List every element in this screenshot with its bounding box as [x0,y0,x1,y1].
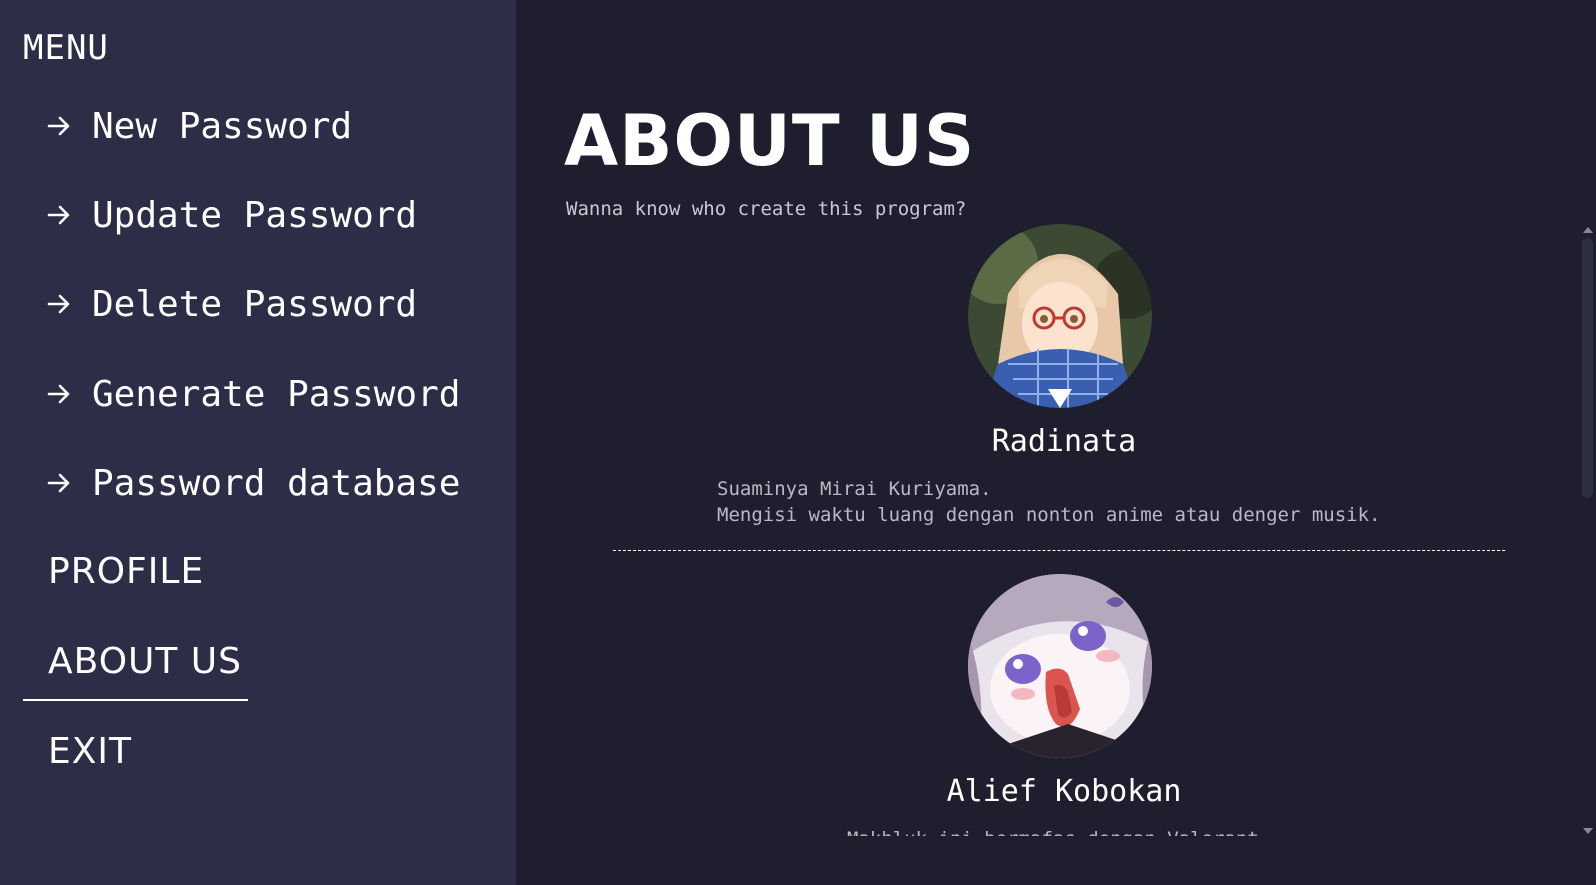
profile-description-line: Mengisi waktu luang dengan nonton anime … [717,504,1381,526]
sidebar: MENU New Password Update Password Delete… [0,0,516,885]
profile-description: Suaminya Mirai Kuriyama. Mengisi waktu l… [717,476,1380,528]
arrow-right-icon [46,381,72,407]
active-item-underline [23,699,248,701]
sidebar-item-label: Delete Password [92,283,418,325]
chibi-anime-girl-avatar [968,574,1152,758]
sidebar-item-password-database[interactable]: Password database [46,457,460,509]
page-subtitle: Wanna know who create this program? [566,198,967,220]
app-window: MENU New Password Update Password Delete… [0,0,1596,885]
profile-description: Makhluk ini bermafas dengan Valorant [847,826,1259,836]
sidebar-item-new-password[interactable]: New Password [46,100,352,152]
arrow-right-icon [46,291,72,317]
sidebar-item-about-us[interactable]: ABOUT US [48,641,242,682]
main-content: ABOUT US Wanna know who create this prog… [516,0,1596,885]
page-title: ABOUT US [564,100,976,182]
scrollbar-thumb[interactable] [1582,238,1593,498]
sidebar-item-label: New Password [92,105,353,147]
sidebar-item-update-password[interactable]: Update Password [46,189,417,241]
profile-description-line: Suaminya Mirai Kuriyama. [717,478,992,500]
scroll-up-arrow-icon[interactable] [1583,227,1593,233]
anime-girl-glasses-avatar [968,224,1152,408]
profiles-scroll-area[interactable]: Radinata Suaminya Mirai Kuriyama. Mengis… [564,224,1564,836]
sidebar-item-delete-password[interactable]: Delete Password [46,278,417,330]
arrow-right-icon [46,202,72,228]
vertical-scrollbar[interactable] [1579,224,1596,836]
arrow-right-icon [46,113,72,139]
sidebar-item-label: Password database [92,462,461,504]
profile-name: Radinata [991,424,1137,459]
profile-divider [613,550,1505,551]
scroll-down-arrow-icon[interactable] [1583,828,1593,834]
arrow-right-icon [46,470,72,496]
sidebar-item-label: Generate Password [92,373,461,415]
sidebar-item-generate-password[interactable]: Generate Password [46,368,460,420]
profile-description-line: Makhluk ini bermafas dengan Valorant [847,828,1259,836]
sidebar-item-label: Update Password [92,194,418,236]
menu-title: MENU [23,28,109,68]
profile-name: Alief Kobokan [946,774,1182,809]
sidebar-item-exit[interactable]: EXIT [48,731,132,772]
sidebar-item-profile[interactable]: PROFILE [48,551,204,592]
